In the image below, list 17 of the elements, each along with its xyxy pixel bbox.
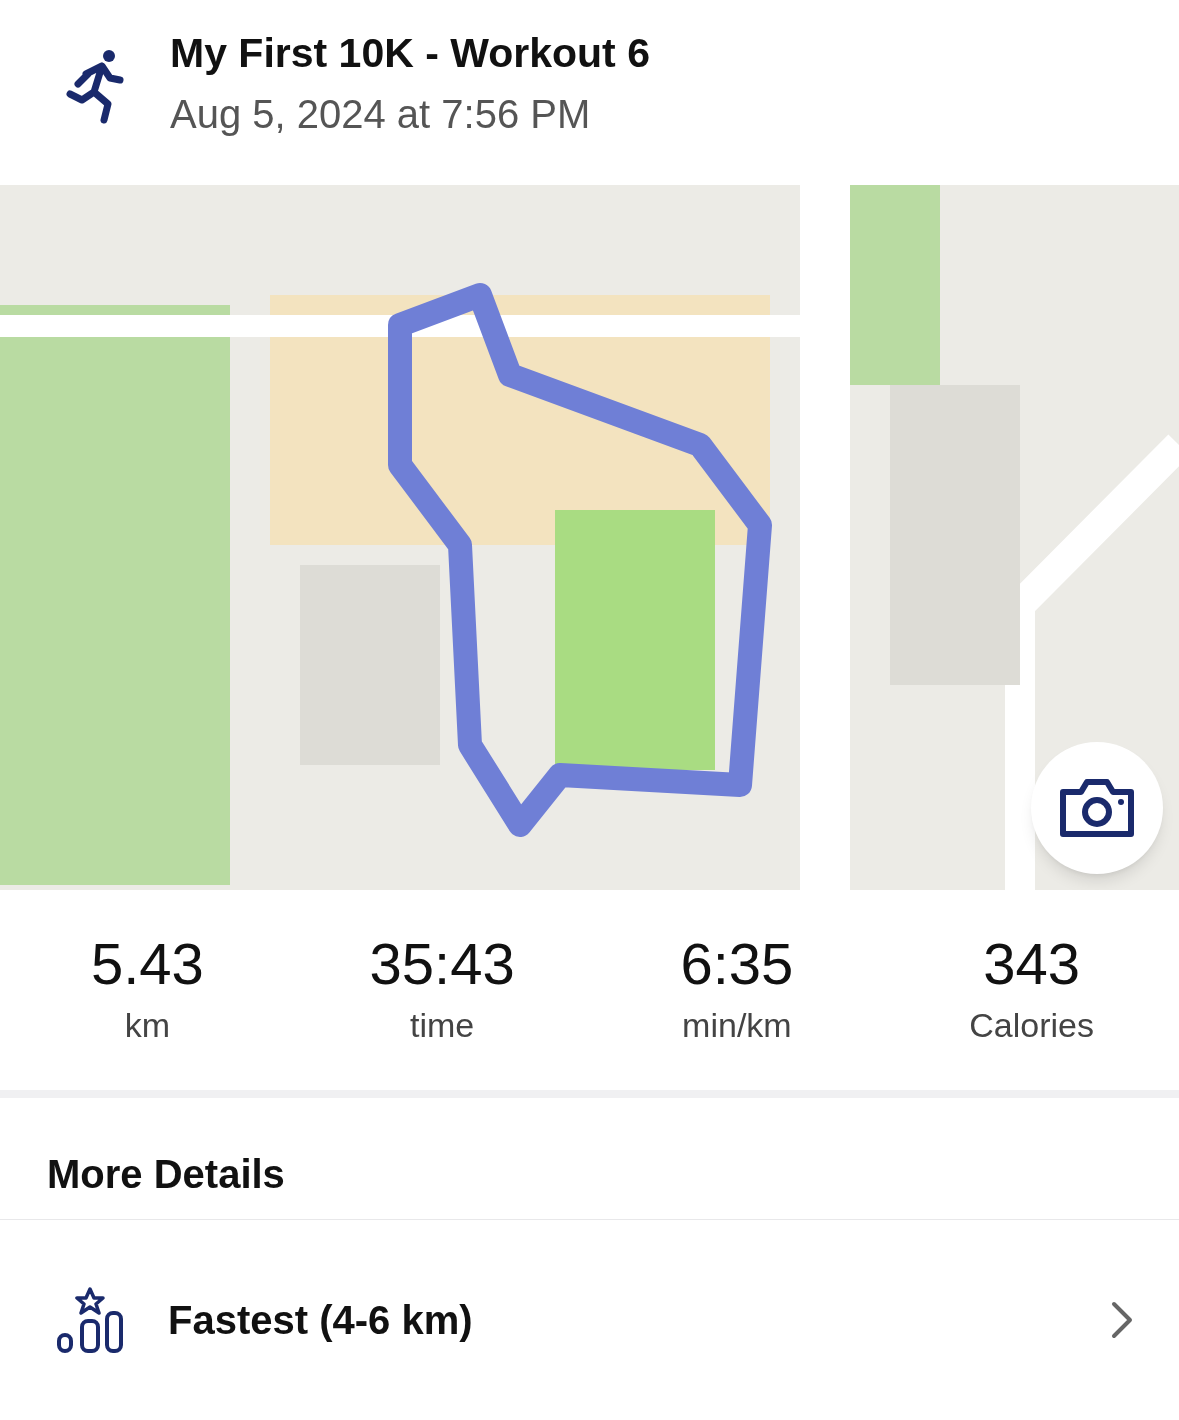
stat-label: km [124,1005,171,1046]
stat-value: 343 [983,929,1080,998]
runner-icon [64,47,126,124]
stat-value: 6:35 [680,929,794,998]
workout-title: My First 10K - Workout 6 [170,28,650,78]
camera-icon [1057,776,1137,840]
ranking-bars-icon [56,1287,124,1353]
stat-value: 5.43 [90,929,204,998]
workout-date: Aug 5, 2024 at 7:56 PM [170,91,592,139]
section-heading: More Details [47,1150,285,1198]
stat-label: time [410,1005,475,1046]
chevron-right-icon [1111,1301,1133,1339]
list-item[interactable]: Fastest (4-6 km) [0,1220,1179,1420]
stat-value: 35:43 [369,929,515,998]
item-label: Fastest (4-6 km) [168,1297,474,1344]
stat-label: Calories [969,1005,1094,1046]
stat-label: min/km [682,1005,792,1046]
